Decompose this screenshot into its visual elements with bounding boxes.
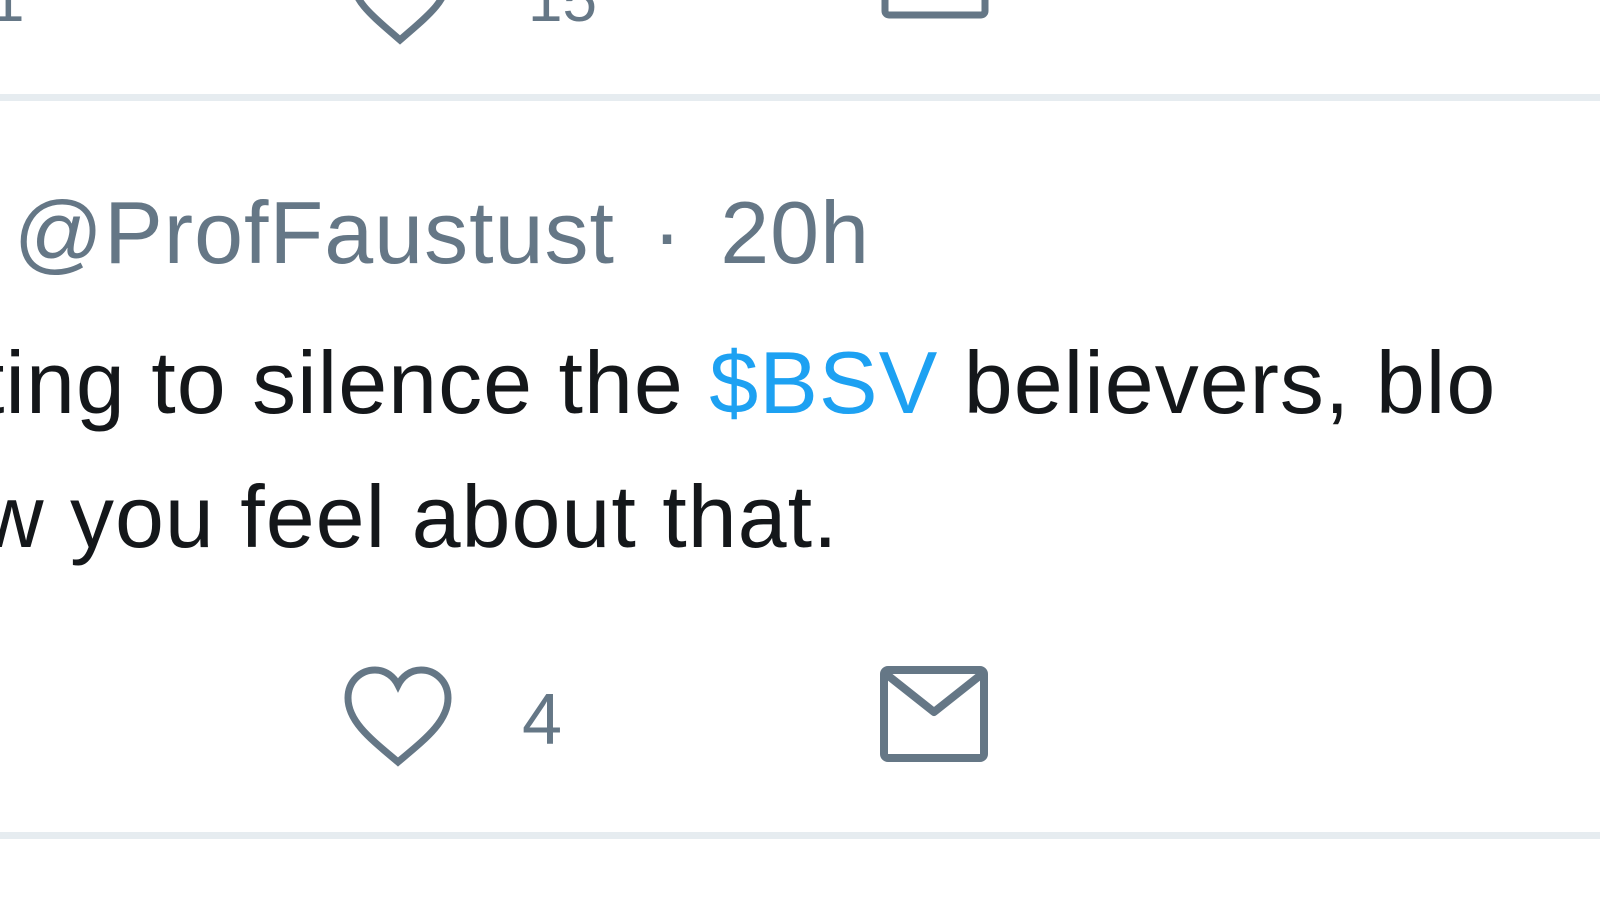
tweet-header: t @ProfFaustust · 20h — [0, 183, 870, 283]
tweet-text-line: ow you feel about that. — [0, 467, 839, 566]
tweet-divider — [0, 832, 1600, 839]
previous-reply-count: 1 — [0, 0, 25, 35]
tweet-text-line: pting to silence the $BSV believers, blo — [0, 316, 1496, 450]
tweet-divider — [0, 94, 1600, 101]
tweet-text-segment: pting to silence the — [0, 333, 710, 432]
previous-like-count: 15 — [528, 0, 597, 35]
tweet-actions: 4 — [0, 646, 1600, 786]
tweet-text: pting to silence the $BSV believers, blo… — [0, 316, 1496, 584]
tweet[interactable]: t @ProfFaustust · 20h pting to silence t… — [0, 101, 1600, 832]
cashtag-link[interactable]: $BSV — [709, 333, 938, 432]
tweet-text-segment: believers, blo — [938, 333, 1497, 432]
tweet-timestamp[interactable]: 20h — [720, 183, 870, 282]
like-count: 4 — [522, 680, 563, 760]
envelope-icon[interactable] — [878, 664, 990, 764]
heart-icon[interactable] — [345, 0, 455, 54]
user-handle[interactable]: @ProfFaustust — [14, 183, 615, 282]
header-separator: · — [652, 183, 683, 282]
tweet-feed: 1 15 t @ProfFaustust · 20h pting to sile… — [0, 0, 1600, 900]
heart-icon[interactable] — [340, 664, 456, 772]
previous-tweet-actions: 1 15 — [0, 0, 1600, 45]
envelope-icon[interactable] — [880, 0, 990, 20]
